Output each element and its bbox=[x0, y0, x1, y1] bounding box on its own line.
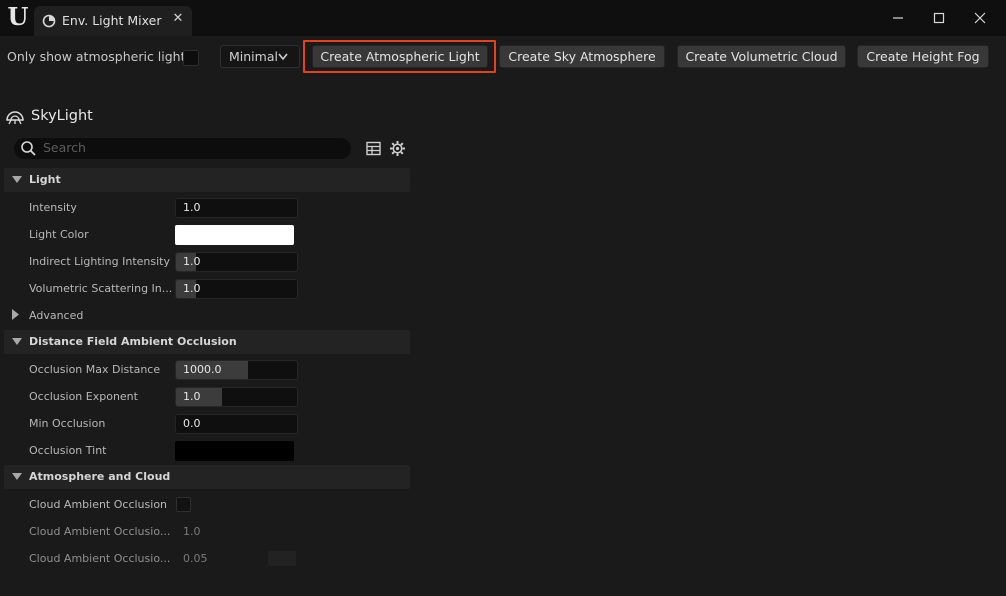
cloud-ao-strength-value: 1.0 bbox=[183, 525, 201, 538]
tab-env-light-mixer[interactable]: Env. Light Mixer ✕ bbox=[34, 6, 192, 36]
volumetric-scattering-label: Volumetric Scattering In... bbox=[29, 282, 173, 295]
intensity-label: Intensity bbox=[29, 201, 77, 214]
indirect-lighting-intensity-label: Indirect Lighting Intensity bbox=[29, 255, 170, 268]
intensity-value: 1.0 bbox=[183, 201, 201, 214]
create-height-fog-button[interactable]: Create Height Fog bbox=[857, 45, 989, 68]
create-volumetric-cloud-button[interactable]: Create Volumetric Cloud bbox=[677, 45, 846, 68]
occlusion-exponent-label: Occlusion Exponent bbox=[29, 390, 138, 403]
min-occlusion-value: 0.0 bbox=[183, 417, 201, 430]
indirect-lighting-intensity-field[interactable]: 1.0 bbox=[175, 252, 298, 272]
intensity-field[interactable]: 1.0 bbox=[175, 198, 298, 218]
category-light[interactable]: Light bbox=[4, 168, 410, 192]
min-occlusion-field[interactable]: 0.0 bbox=[175, 414, 298, 434]
expanded-arrow-icon bbox=[12, 338, 22, 345]
cloud-ao-map-label: Cloud Ambient Occlusio... bbox=[29, 552, 171, 565]
category-label: Light bbox=[29, 173, 61, 186]
occlusion-tint-swatch[interactable] bbox=[175, 441, 294, 461]
view-mode-dropdown[interactable]: Minimal bbox=[220, 45, 300, 68]
category-label: Distance Field Ambient Occlusion bbox=[29, 335, 237, 348]
category-distance-field-ao[interactable]: Distance Field Ambient Occlusion bbox=[4, 330, 410, 354]
cloud-ambient-occlusion-checkbox[interactable] bbox=[176, 497, 191, 512]
light-color-label: Light Color bbox=[29, 228, 89, 241]
occlusion-tint-label: Occlusion Tint bbox=[29, 444, 107, 457]
tab-title: Env. Light Mixer bbox=[62, 13, 162, 28]
maximize-icon[interactable] bbox=[927, 6, 951, 30]
minimize-icon[interactable] bbox=[886, 6, 910, 30]
skylight-icon bbox=[6, 111, 24, 125]
title-bar: U Env. Light Mixer ✕ bbox=[0, 0, 1006, 36]
expanded-arrow-icon bbox=[12, 176, 22, 183]
occlusion-exponent-value: 1.0 bbox=[183, 390, 201, 403]
occlusion-max-distance-value: 1000.0 bbox=[183, 363, 222, 376]
light-color-swatch[interactable] bbox=[175, 225, 294, 245]
cloud-ambient-occlusion-label: Cloud Ambient Occlusion bbox=[29, 498, 168, 511]
chevron-down-icon bbox=[278, 53, 288, 61]
category-label: Atmosphere and Cloud bbox=[29, 470, 171, 483]
collapsed-arrow-icon[interactable] bbox=[12, 309, 20, 320]
occlusion-max-distance-field[interactable]: 1000.0 bbox=[175, 360, 298, 380]
search-icon bbox=[21, 141, 36, 156]
only-show-atmospheric-label: Only show atmospheric lights bbox=[7, 49, 193, 64]
search-placeholder: Search bbox=[43, 140, 86, 155]
light-mixer-icon bbox=[42, 14, 56, 28]
volumetric-scattering-field[interactable]: 1.0 bbox=[175, 279, 298, 299]
table-view-icon[interactable] bbox=[365, 140, 382, 157]
expanded-arrow-icon bbox=[12, 473, 22, 480]
min-occlusion-label: Min Occlusion bbox=[29, 417, 106, 430]
highlight-box bbox=[303, 40, 496, 73]
disabled-slider-track bbox=[268, 551, 296, 566]
view-mode-value: Minimal bbox=[229, 49, 278, 64]
only-show-atmospheric-checkbox[interactable] bbox=[183, 50, 199, 66]
settings-gear-icon[interactable] bbox=[389, 140, 406, 157]
search-box[interactable]: Search bbox=[14, 138, 351, 159]
tab-close-icon[interactable]: ✕ bbox=[171, 12, 185, 26]
volumetric-scattering-value: 1.0 bbox=[183, 282, 201, 295]
category-atmosphere-and-cloud[interactable]: Atmosphere and Cloud bbox=[4, 465, 410, 489]
unreal-logo-icon[interactable]: U bbox=[5, 5, 31, 31]
advanced-toggle[interactable]: Advanced bbox=[29, 309, 83, 322]
indirect-lighting-intensity-value: 1.0 bbox=[183, 255, 201, 268]
create-sky-atmosphere-button[interactable]: Create Sky Atmosphere bbox=[499, 45, 665, 68]
actor-title: SkyLight bbox=[31, 108, 93, 124]
occlusion-max-distance-label: Occlusion Max Distance bbox=[29, 363, 161, 376]
occlusion-exponent-field[interactable]: 1.0 bbox=[175, 387, 298, 407]
cloud-ao-map-value: 0.05 bbox=[183, 552, 208, 565]
cloud-ao-strength-label: Cloud Ambient Occlusio... bbox=[29, 525, 171, 538]
close-icon[interactable] bbox=[968, 6, 992, 30]
